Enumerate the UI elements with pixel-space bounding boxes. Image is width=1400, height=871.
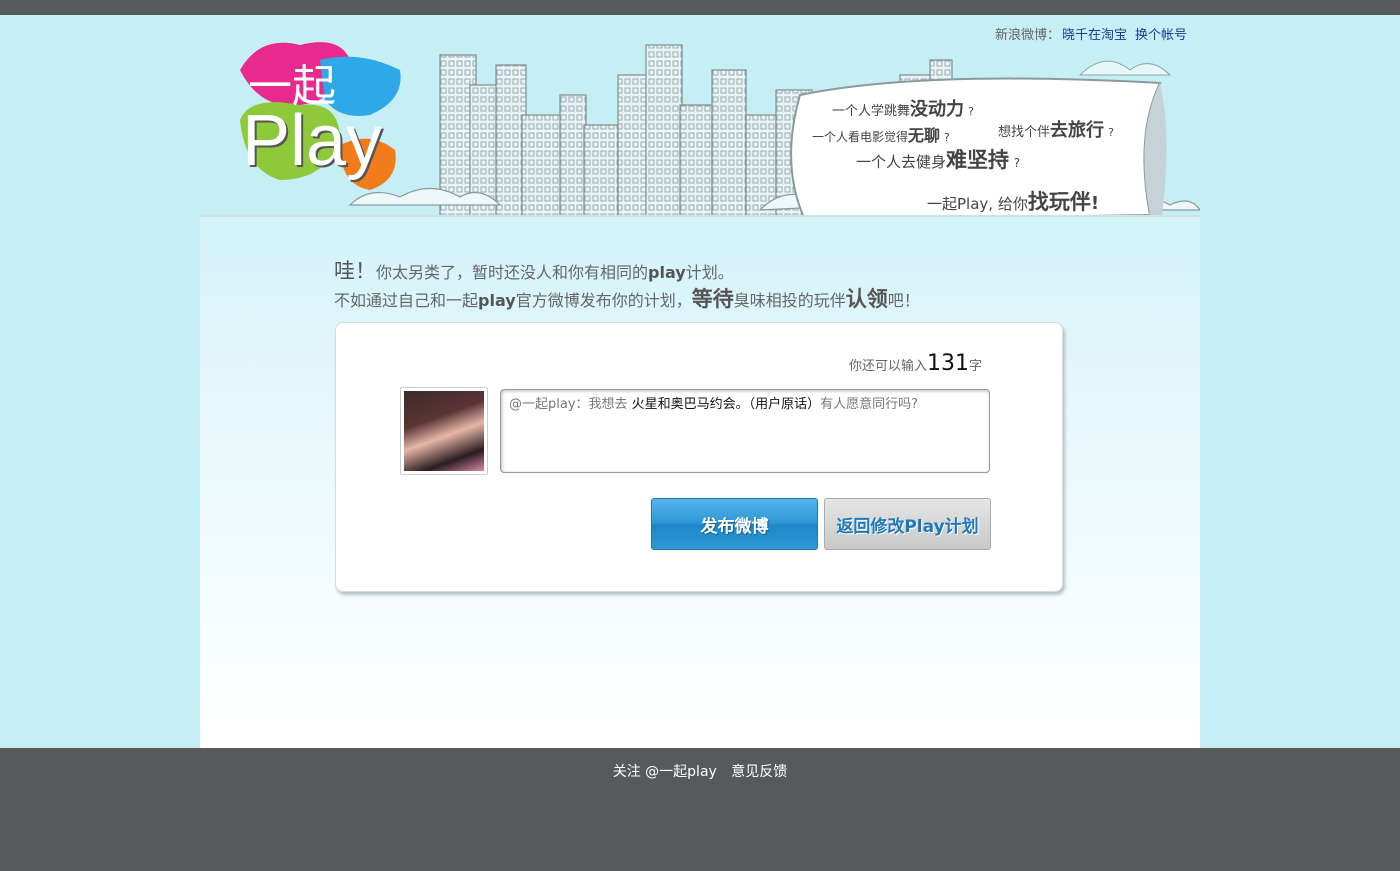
- post-weibo-button[interactable]: 发布微博: [651, 498, 818, 550]
- post-card: 你还可以输入131字 @一起play：我想去 火星和奥巴马约会。（用户原话）有人…: [335, 322, 1063, 592]
- bubble-line-5: 一起Play, 给你找玩伴!: [927, 190, 1100, 214]
- logo[interactable]: 一起 Play: [230, 30, 410, 205]
- top-bar: [0, 0, 1400, 15]
- footer: 关注 @一起play 意见反馈: [0, 748, 1400, 871]
- main-content: 哇！你太另类了，暂时还没人和你有相同的play计划。 不如通过自己和一起play…: [200, 217, 1200, 748]
- bubble-line-3: 想找个伴去旅行 ?: [998, 120, 1114, 141]
- header-banner: 一起 Play 一个人学跳舞没动力 ? 一个人看电影觉得无聊 ? 想找个伴去旅行…: [200, 15, 1200, 220]
- follow-link[interactable]: 关注 @一起play: [613, 764, 717, 780]
- char-counter: 你还可以输入131字: [848, 351, 982, 376]
- bubble-line-1: 一个人学跳舞没动力 ?: [832, 99, 974, 120]
- weibo-text-input[interactable]: @一起play：我想去 火星和奥巴马约会。（用户原话）有人愿意同行吗?: [500, 389, 990, 473]
- avatar-photo: [404, 391, 484, 471]
- bubble-line-4: 一个人去健身难坚持 ?: [856, 148, 1021, 172]
- suggestion-message: 不如通过自己和一起play官方微博发布你的计划，等待臭味相投的玩伴认领吧！: [334, 287, 920, 311]
- logo-text-en: Play: [242, 101, 383, 181]
- avatar: [400, 387, 488, 475]
- bubble-line-2: 一个人看电影觉得无聊 ?: [812, 126, 950, 145]
- feedback-link[interactable]: 意见反馈: [731, 764, 787, 780]
- no-match-message: 哇！你太另类了，暂时还没人和你有相同的play计划。: [334, 259, 734, 283]
- back-edit-plan-button[interactable]: 返回修改Play计划: [824, 498, 991, 550]
